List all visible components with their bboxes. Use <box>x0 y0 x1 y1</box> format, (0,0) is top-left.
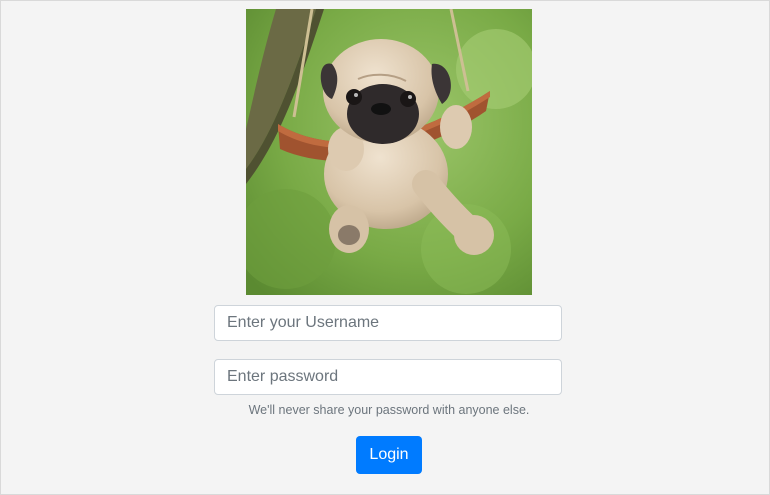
pug-puppy-image <box>246 9 532 295</box>
login-button[interactable]: Login <box>356 436 422 474</box>
password-input[interactable] <box>214 359 562 395</box>
username-input[interactable] <box>214 305 562 341</box>
password-help-text: We'll never share your password with any… <box>248 403 530 417</box>
